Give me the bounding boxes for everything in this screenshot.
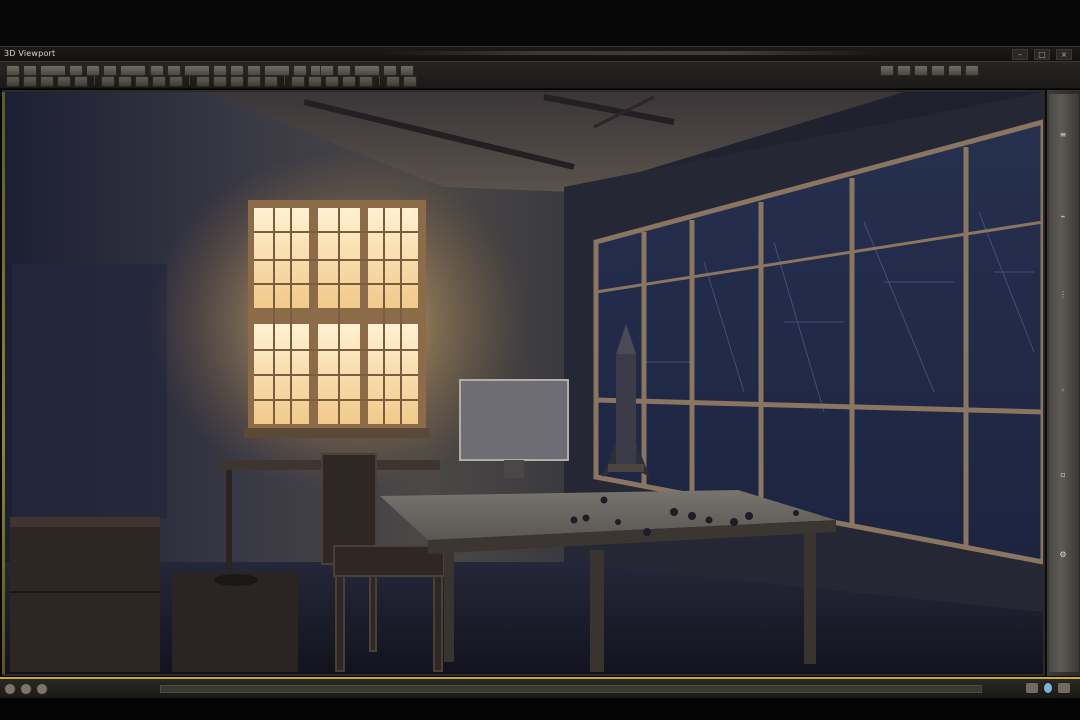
playback-controls xyxy=(4,683,48,695)
snap-icon[interactable] xyxy=(213,65,227,76)
paste-icon[interactable] xyxy=(120,65,146,76)
undo-icon-secondary[interactable] xyxy=(40,76,54,87)
main-toolbar xyxy=(0,61,1080,89)
align-icon[interactable] xyxy=(230,65,244,76)
camera-icon-secondary[interactable] xyxy=(325,76,339,87)
go-end-icon[interactable] xyxy=(36,683,48,695)
snap-icon-secondary[interactable] xyxy=(213,76,227,87)
save-icon[interactable] xyxy=(23,65,37,76)
toolbar-separator xyxy=(379,76,380,85)
status-bar xyxy=(0,698,1080,720)
copy-icon-secondary[interactable] xyxy=(101,76,115,87)
floor-box xyxy=(172,572,298,672)
array-icon[interactable] xyxy=(264,65,290,76)
window-controls: – □ × xyxy=(1012,49,1072,60)
toolbar-row-2 xyxy=(6,76,417,87)
render-frame-icon-secondary[interactable] xyxy=(403,76,417,87)
toolbar-group-transform-tools xyxy=(150,65,324,76)
app-title: 3D Viewport xyxy=(4,49,56,58)
scale-icon-secondary[interactable] xyxy=(196,76,210,87)
redo-icon[interactable] xyxy=(69,65,83,76)
toolbar-separator xyxy=(94,76,95,85)
cabinet xyxy=(10,517,160,672)
copy-icon[interactable] xyxy=(103,65,117,76)
move-icon[interactable] xyxy=(150,65,164,76)
maximize-viewport-icon[interactable] xyxy=(965,65,979,76)
back-desk-leg xyxy=(226,470,232,570)
cabinet-top xyxy=(10,517,160,527)
panel-icon-display[interactable]: ▫ xyxy=(1054,470,1072,480)
panel-icon-utilities[interactable]: ⚙ xyxy=(1054,550,1072,560)
render-icon[interactable] xyxy=(383,65,397,76)
autokey-icon[interactable] xyxy=(1044,683,1052,693)
cut-icon-secondary[interactable] xyxy=(74,76,88,87)
align-icon-secondary[interactable] xyxy=(230,76,244,87)
minimize-icon[interactable]: – xyxy=(1012,49,1028,60)
move-icon-secondary[interactable] xyxy=(152,76,166,87)
pan-icon[interactable] xyxy=(931,65,945,76)
mirror-icon[interactable] xyxy=(247,65,261,76)
toolbar-group-file-tools xyxy=(6,65,163,76)
3d-viewport[interactable] xyxy=(2,90,1045,676)
zoom-icon[interactable] xyxy=(914,65,928,76)
camera-icon[interactable] xyxy=(320,65,334,76)
maximize-icon[interactable]: □ xyxy=(1034,49,1050,60)
floor-box-lid xyxy=(214,574,258,586)
open-icon[interactable] xyxy=(6,65,20,76)
command-panel-strip xyxy=(1049,94,1079,672)
title-bar-gloss xyxy=(380,51,880,55)
redo-icon-secondary[interactable] xyxy=(57,76,71,87)
cut-icon[interactable] xyxy=(86,65,100,76)
render-frame-icon[interactable] xyxy=(400,65,414,76)
material-icon-secondary[interactable] xyxy=(359,76,373,87)
rotate-icon[interactable] xyxy=(167,65,181,76)
monitor xyxy=(459,379,569,461)
open-icon-secondary[interactable] xyxy=(6,76,20,87)
grid-icon[interactable] xyxy=(897,65,911,76)
layout-icon[interactable] xyxy=(880,65,894,76)
unlink-icon-secondary[interactable] xyxy=(308,76,322,87)
rotate-icon-secondary[interactable] xyxy=(169,76,183,87)
panel-icon-modifiers[interactable]: ⌁ xyxy=(1054,212,1072,222)
window-sill xyxy=(244,428,430,438)
wall-board xyxy=(12,264,167,519)
select-icon-secondary[interactable] xyxy=(135,76,149,87)
go-start-icon[interactable] xyxy=(4,683,16,695)
viewport-active-edge xyxy=(2,92,5,674)
toolbar-group-view-tools xyxy=(880,65,979,76)
link-icon[interactable] xyxy=(293,65,307,76)
monitor-stand xyxy=(504,460,524,478)
scale-icon[interactable] xyxy=(184,65,210,76)
timeline-bar xyxy=(0,677,1080,699)
toolbar-separator xyxy=(189,76,190,85)
toolbar-group-render-tools xyxy=(320,65,414,76)
command-panel: ≡ ⌁ ⋮ ◦ ▫ ⚙ xyxy=(1046,90,1080,676)
material-icon[interactable] xyxy=(354,65,380,76)
panel-icon-properties[interactable]: ≡ xyxy=(1054,130,1072,140)
paste-icon-secondary[interactable] xyxy=(118,76,132,87)
time-slider[interactable] xyxy=(160,685,982,693)
render-icon-secondary[interactable] xyxy=(386,76,400,87)
light-icon[interactable] xyxy=(337,65,351,76)
time-config-icon[interactable] xyxy=(1058,683,1070,693)
key-mode-icon[interactable] xyxy=(1026,683,1038,693)
mirror-icon-secondary[interactable] xyxy=(247,76,261,87)
viewport-render[interactable] xyxy=(4,92,1043,674)
light-icon-secondary[interactable] xyxy=(342,76,356,87)
play-icon[interactable] xyxy=(20,683,32,695)
save-icon-secondary[interactable] xyxy=(23,76,37,87)
app-window: 3D Viewport – □ × ≡ ⌁ ⋮ ◦ ▫ ⚙ xyxy=(0,0,1080,720)
toolbar-separator xyxy=(284,76,285,85)
undo-icon[interactable] xyxy=(40,65,66,76)
array-icon-secondary[interactable] xyxy=(264,76,278,87)
link-icon-secondary[interactable] xyxy=(291,76,305,87)
timeline-status-icons xyxy=(1026,683,1070,693)
orbit-icon[interactable] xyxy=(948,65,962,76)
title-bar: 3D Viewport – □ × xyxy=(0,46,1080,61)
close-icon[interactable]: × xyxy=(1056,49,1072,60)
panel-icon-motion[interactable]: ◦ xyxy=(1054,386,1072,396)
panel-icon-hierarchy[interactable]: ⋮ xyxy=(1054,290,1072,300)
